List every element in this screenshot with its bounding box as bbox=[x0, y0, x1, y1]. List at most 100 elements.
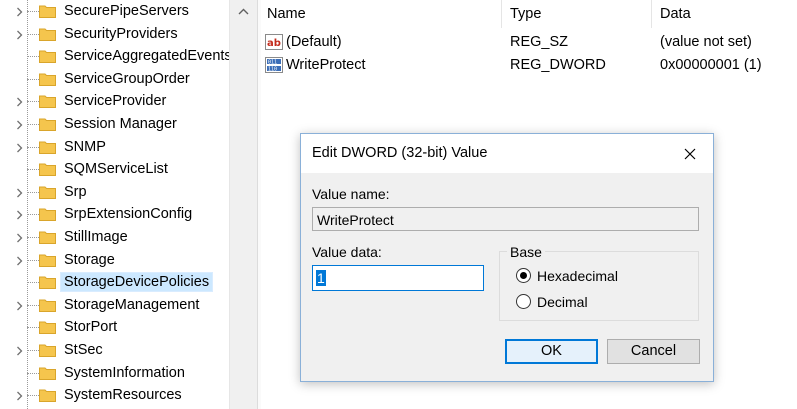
base-group-label: Base bbox=[507, 244, 545, 260]
tree-scrollbar[interactable] bbox=[229, 0, 258, 409]
folder-icon bbox=[39, 207, 56, 222]
tree-item[interactable]: ServiceAggregatedEvents bbox=[0, 45, 229, 68]
tree-connector bbox=[27, 191, 39, 193]
tree-item[interactable]: SNMP bbox=[0, 136, 229, 159]
value-name-label: Value name: bbox=[312, 186, 390, 202]
tree-item[interactable]: SystemInformation bbox=[0, 362, 229, 385]
tree-connector bbox=[27, 124, 39, 125]
tree-connector bbox=[27, 33, 39, 35]
dialog-title-bar[interactable]: Edit DWORD (32-bit) Value bbox=[301, 134, 713, 173]
tree-connector bbox=[27, 372, 39, 374]
svg-text:ab: ab bbox=[267, 38, 281, 49]
chevron-right-icon[interactable] bbox=[14, 0, 28, 22]
close-icon bbox=[684, 148, 696, 160]
folder-icon bbox=[39, 230, 56, 244]
tree-item[interactable]: Session Manager bbox=[0, 113, 229, 136]
tree-item[interactable]: SecurityProviders bbox=[0, 23, 229, 46]
tree-connector bbox=[27, 11, 39, 12]
svg-text:011: 011 bbox=[268, 60, 277, 66]
tree-item-label: SystemResources bbox=[64, 387, 182, 404]
base-group bbox=[499, 251, 699, 321]
chevron-right-icon[interactable] bbox=[14, 249, 28, 271]
hexadecimal-radio-label[interactable]: Hexadecimal bbox=[537, 268, 618, 284]
chevron-right-icon[interactable] bbox=[14, 294, 28, 316]
tree-item-label: Storage bbox=[64, 251, 115, 268]
radio-selected-dot bbox=[520, 272, 527, 279]
tree-item[interactable]: SrpExtensionConfig bbox=[0, 203, 229, 226]
tree-item[interactable]: SystemResources bbox=[0, 384, 229, 407]
tree-connector bbox=[27, 327, 39, 329]
folder-icon bbox=[39, 275, 56, 290]
column-header-name[interactable]: Name bbox=[267, 0, 306, 28]
chevron-right-icon[interactable] bbox=[14, 226, 28, 248]
tree-item[interactable]: SecurePipeServers bbox=[0, 0, 229, 23]
tree-item-label: ServiceAggregatedEvents bbox=[64, 48, 229, 65]
tree-connector bbox=[27, 304, 39, 306]
column-header-type[interactable]: Type bbox=[510, 0, 541, 28]
cancel-button[interactable]: Cancel bbox=[607, 339, 700, 364]
tree-item[interactable]: Srp bbox=[0, 181, 229, 204]
chevron-right-icon[interactable] bbox=[14, 90, 28, 112]
decimal-radio-label[interactable]: Decimal bbox=[537, 294, 588, 310]
chevron-right-icon[interactable] bbox=[14, 23, 28, 45]
value-type: REG_SZ bbox=[510, 34, 569, 50]
folder-icon bbox=[39, 117, 56, 131]
column-divider[interactable] bbox=[501, 0, 502, 28]
tree-item-label: ServiceGroupOrder bbox=[64, 70, 190, 87]
tree-item-label: StorPort bbox=[64, 319, 118, 336]
registry-key-tree[interactable]: SecurePipeServers SecurityProviders Servic… bbox=[0, 0, 229, 409]
string-value-icon: ab bbox=[265, 34, 283, 50]
tree-item[interactable]: StillImage bbox=[0, 226, 229, 249]
tree-item[interactable]: SQMServiceList bbox=[0, 158, 229, 181]
chevron-right-icon[interactable] bbox=[14, 136, 28, 158]
folder-icon bbox=[39, 185, 56, 199]
hexadecimal-radio[interactable] bbox=[516, 268, 531, 283]
tree-item-label: SNMP bbox=[64, 138, 106, 155]
column-header-data[interactable]: Data bbox=[660, 0, 691, 28]
tree-connector bbox=[27, 101, 39, 103]
folder-icon bbox=[39, 4, 56, 18]
chevron-right-icon[interactable] bbox=[14, 203, 28, 225]
value-data-input[interactable]: 1 bbox=[312, 265, 484, 291]
tree-item[interactable]: StorageManagement bbox=[0, 294, 229, 317]
value-name-field: WriteProtect bbox=[312, 207, 699, 231]
folder-icon bbox=[39, 140, 56, 154]
chevron-right-icon[interactable] bbox=[14, 181, 28, 203]
decimal-radio[interactable] bbox=[516, 294, 531, 309]
chevron-right-icon[interactable] bbox=[14, 384, 28, 406]
close-button[interactable] bbox=[673, 140, 707, 168]
folder-icon bbox=[39, 253, 56, 267]
tree-connector bbox=[27, 78, 39, 80]
chevron-right-icon[interactable] bbox=[14, 339, 28, 361]
folder-icon bbox=[39, 366, 56, 380]
folder-icon bbox=[39, 162, 56, 177]
tree-item[interactable]: StorageDevicePolicies bbox=[0, 271, 229, 294]
tree-item[interactable]: Storage bbox=[0, 249, 229, 272]
tree-connector bbox=[27, 350, 39, 351]
value-data-text: 1 bbox=[316, 270, 326, 286]
column-divider[interactable] bbox=[651, 0, 652, 28]
svg-text:110: 110 bbox=[268, 67, 277, 73]
tree-item-label: StSec bbox=[64, 342, 103, 358]
folder-icon bbox=[39, 320, 56, 335]
tree-connector bbox=[27, 56, 39, 58]
chevron-right-icon[interactable] bbox=[14, 113, 28, 135]
tree-connector bbox=[27, 237, 39, 238]
tree-connector bbox=[27, 395, 39, 397]
folder-icon bbox=[39, 27, 56, 41]
folder-icon bbox=[39, 94, 56, 109]
tree-item[interactable]: StSec bbox=[0, 339, 229, 362]
folder-icon bbox=[39, 388, 56, 403]
tree-item-label: Srp bbox=[64, 183, 87, 200]
dialog-title: Edit DWORD (32-bit) Value bbox=[312, 145, 488, 161]
tree-item[interactable]: StorPort bbox=[0, 316, 229, 339]
value-row-writeprotect[interactable]: 011 110 WriteProtect REG_DWORD 0x0000000… bbox=[260, 54, 797, 76]
tree-item-label: StorageDevicePolicies bbox=[59, 272, 214, 293]
ok-button[interactable]: OK bbox=[505, 339, 598, 364]
scroll-up-arrow-icon[interactable] bbox=[230, 0, 258, 22]
binary-value-icon: 011 110 bbox=[265, 57, 283, 73]
folder-icon bbox=[39, 72, 56, 86]
tree-item[interactable]: ServiceGroupOrder bbox=[0, 68, 229, 91]
tree-item[interactable]: ServiceProvider bbox=[0, 90, 229, 113]
value-row-default[interactable]: ab (Default) REG_SZ (value not set) bbox=[260, 31, 797, 53]
